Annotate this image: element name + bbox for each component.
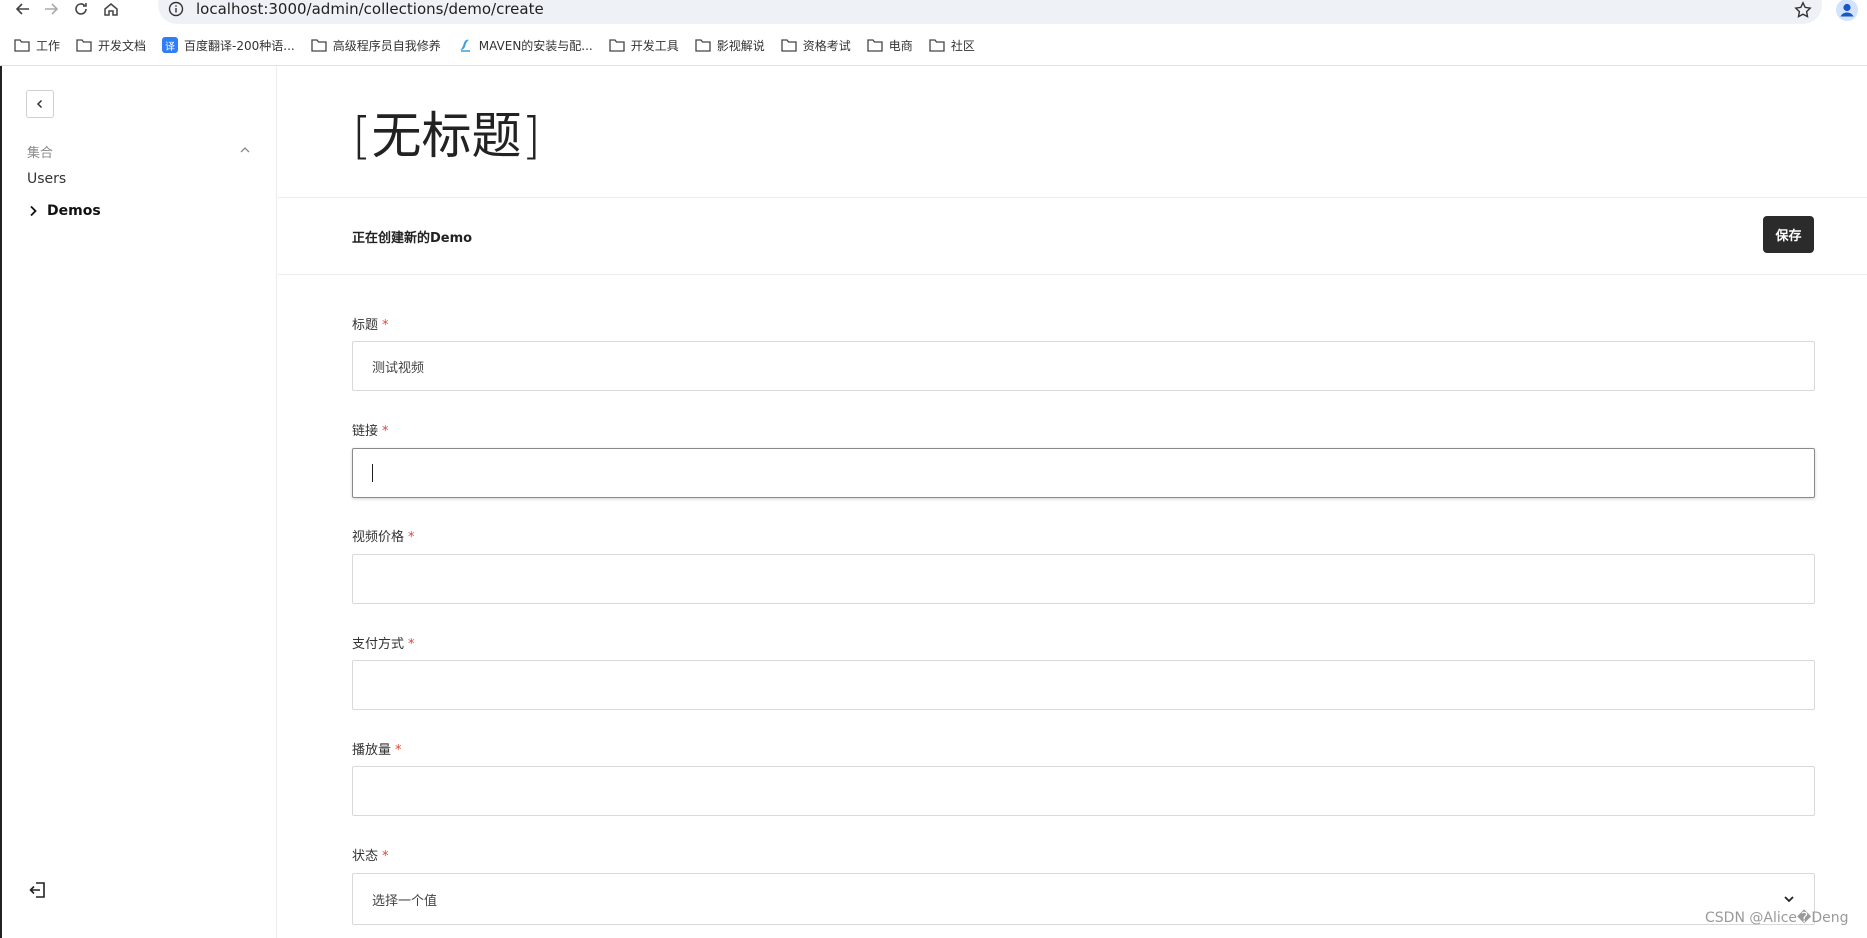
chevron-right-icon: [30, 205, 37, 217]
address-bar[interactable]: localhost:3000/admin/collections/demo/cr…: [158, 0, 1822, 24]
title-input[interactable]: 测试视频: [352, 341, 1815, 391]
bookmark-folder[interactable]: 开发文档: [76, 37, 146, 54]
info-icon[interactable]: [168, 1, 184, 17]
required-mark: *: [382, 318, 389, 333]
chevron-left-icon: [36, 99, 43, 109]
bookmark-folder[interactable]: 电商: [867, 37, 913, 54]
label-text: 链接: [352, 424, 379, 439]
bookmark-link[interactable]: MAVEN的安装与配...: [457, 37, 593, 54]
field-label-payment: 支付方式 *: [352, 633, 415, 652]
folder-icon: [781, 39, 797, 52]
page-title: [无标题]: [352, 107, 542, 165]
folder-icon: [311, 39, 327, 52]
bookmark-folder[interactable]: 工作: [14, 37, 60, 54]
field-label-link: 链接 *: [352, 420, 389, 439]
folder-icon: [76, 39, 92, 52]
home-icon[interactable]: [98, 0, 124, 18]
required-mark: *: [382, 424, 389, 439]
required-mark: *: [395, 743, 402, 758]
bookmark-label: 工作: [36, 38, 61, 53]
bookmark-label: 开发工具: [630, 38, 679, 53]
forward-icon[interactable]: [38, 0, 64, 18]
play-count-input[interactable]: [352, 766, 1815, 816]
folder-icon: [609, 39, 625, 52]
watermark-text: CSDN @Alice�Deng: [1705, 910, 1849, 926]
bookmark-label: MAVEN的安装与配...: [478, 38, 593, 53]
select-value: 选择一个值: [372, 893, 438, 909]
required-mark: *: [382, 849, 389, 864]
folder-icon: [14, 39, 30, 52]
logout-icon[interactable]: [28, 880, 48, 900]
bookmark-label: 百度翻译-200种语...: [184, 38, 295, 53]
main-content: [无标题] 正在创建新的Demo 保存 标题 * 测试视频 链接 * 视频价格 * 支…: [278, 66, 1867, 938]
field-label-play-count: 播放量 *: [352, 739, 402, 758]
label-text: 播放量: [352, 743, 392, 758]
folder-icon: [929, 39, 945, 52]
bookmark-link[interactable]: 译 百度翻译-200种语...: [162, 37, 295, 54]
bookmark-label: 电商: [888, 38, 913, 53]
collapse-sidebar-button[interactable]: [26, 90, 54, 118]
chevron-down-icon: [1784, 896, 1794, 903]
translate-icon: 译: [162, 37, 179, 53]
url-text[interactable]: localhost:3000/admin/collections/demo/cr…: [196, 0, 544, 18]
required-mark: *: [408, 530, 415, 545]
reload-icon[interactable]: [68, 0, 94, 18]
bookmark-folder[interactable]: 资格考试: [781, 37, 851, 54]
maven-icon: [459, 39, 470, 52]
creating-status-text: 正在创建新的Demo: [352, 231, 473, 246]
payment-method-input[interactable]: [352, 660, 1815, 710]
profile-icon[interactable]: [1836, 0, 1858, 21]
bookmark-folder[interactable]: 社区: [929, 37, 975, 54]
bookmark-folder[interactable]: 高级程序员自我修养: [311, 37, 441, 54]
field-label-price: 视频价格 *: [352, 526, 415, 545]
price-input[interactable]: [352, 554, 1815, 604]
label-text: 支付方式: [352, 637, 405, 652]
label-text: 状态: [352, 849, 379, 864]
folder-icon: [867, 39, 883, 52]
input-value: 测试视频: [372, 360, 425, 376]
bookmark-label: 资格考试: [802, 38, 851, 53]
bookmark-label: 开发文档: [98, 38, 147, 53]
sidebar: 集合 Users Demos: [2, 66, 277, 938]
bookmark-label: 影视解说: [716, 38, 765, 53]
save-button[interactable]: 保存: [1763, 216, 1814, 253]
link-input[interactable]: [352, 448, 1815, 498]
field-label-status: 状态 *: [352, 845, 389, 864]
browser-toolbar: localhost:3000/admin/collections/demo/cr…: [0, 0, 1867, 66]
required-mark: *: [408, 637, 415, 652]
field-label-title: 标题 *: [352, 314, 389, 333]
document-controls-bar: 正在创建新的Demo 保存: [278, 197, 1867, 275]
status-select[interactable]: 选择一个值: [352, 873, 1815, 925]
back-icon[interactable]: [10, 0, 36, 18]
bookmark-label: 高级程序员自我修养: [332, 38, 441, 53]
bookmarks-bar: 工作 开发文档 译 百度翻译-200种语... 高级程序员自我修养 MAVEN的…: [0, 34, 975, 56]
sidebar-item-users[interactable]: Users: [27, 171, 66, 187]
folder-icon: [695, 39, 711, 52]
bookmark-folder[interactable]: 开发工具: [609, 37, 679, 54]
sidebar-item-demos[interactable]: Demos: [27, 203, 101, 219]
chevron-up-icon[interactable]: [239, 144, 251, 156]
bookmark-folder[interactable]: 影视解说: [695, 37, 765, 54]
bookmark-label: 社区: [950, 38, 975, 53]
label-text: 标题: [352, 318, 379, 333]
label-text: 视频价格: [352, 530, 405, 545]
sidebar-group-label[interactable]: 集合: [27, 142, 53, 161]
sidebar-item-label: Demos: [47, 203, 101, 219]
text-caret: [372, 464, 373, 482]
bookmark-star-icon[interactable]: [1794, 1, 1812, 19]
